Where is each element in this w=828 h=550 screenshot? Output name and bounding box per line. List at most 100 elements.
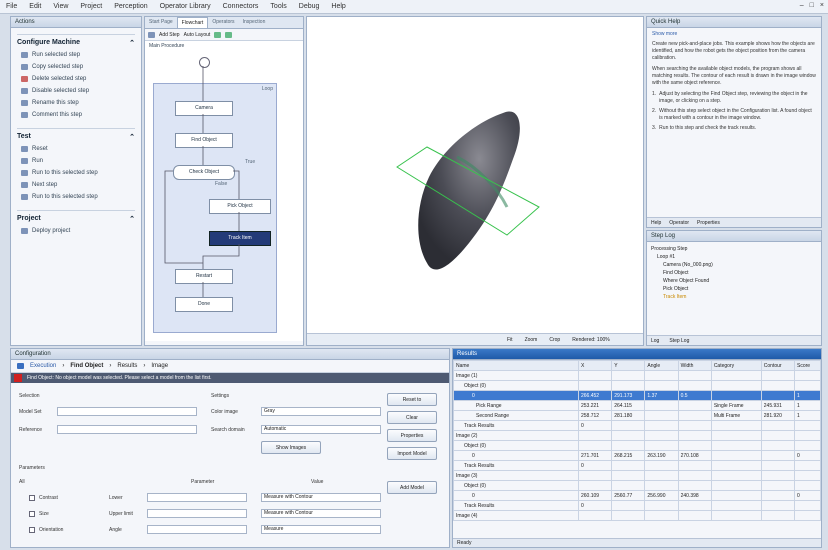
tab-operators[interactable]: Operators: [208, 17, 238, 28]
collapse-icon[interactable]: ⌃: [129, 133, 135, 141]
color-image-select[interactable]: Gray: [261, 407, 381, 416]
action-item[interactable]: Deploy project: [21, 228, 135, 234]
model-set-select[interactable]: [57, 407, 197, 416]
column-header[interactable]: Contour: [760, 360, 795, 371]
add-model-button[interactable]: Add Model: [387, 481, 437, 494]
flow-canvas[interactable]: Main Procedure Loop Camera Find Object C…: [145, 41, 303, 341]
column-header[interactable]: Score: [793, 360, 822, 371]
column-header[interactable]: Category: [710, 360, 762, 371]
collapse-icon[interactable]: ⌃: [129, 215, 135, 223]
tab-properties[interactable]: Properties: [697, 218, 720, 227]
tree-item[interactable]: Track Item: [651, 293, 817, 301]
table-row[interactable]: Object (0): [453, 440, 822, 451]
tab-log[interactable]: Log: [651, 336, 659, 345]
table-row[interactable]: 0 260.109 2560.77 256.990 240.398 0: [453, 490, 822, 501]
import-model-button[interactable]: Import Model: [387, 447, 437, 460]
menu-operator-library[interactable]: Operator Library: [160, 3, 211, 10]
add-step-icon[interactable]: [148, 31, 155, 38]
column-header[interactable]: X: [577, 360, 613, 371]
zoom-button[interactable]: Zoom: [525, 337, 538, 343]
tab-flowchart[interactable]: Flowchart: [176, 17, 209, 28]
table-row[interactable]: Image (3): [453, 470, 822, 481]
fit-button[interactable]: Fit: [507, 337, 513, 343]
table-row[interactable]: Image (1): [453, 370, 822, 381]
reference-select[interactable]: [57, 425, 197, 434]
clear-button[interactable]: Clear: [387, 411, 437, 424]
tree-item[interactable]: Pick Object: [651, 285, 817, 293]
menu-debug[interactable]: Debug: [299, 3, 320, 10]
reset-to-button[interactable]: Reset to: [387, 393, 437, 406]
table-row[interactable]: Object (0): [453, 480, 822, 491]
zoom-out-icon[interactable]: [225, 31, 233, 38]
breadcrumb-item[interactable]: Execution: [30, 363, 56, 369]
column-header[interactable]: Width: [677, 360, 712, 371]
image-view[interactable]: Fit Zoom Crop Rendered: 100%: [306, 16, 644, 346]
tab-help[interactable]: Help: [651, 218, 661, 227]
tree-item[interactable]: Loop #1: [651, 253, 817, 261]
param-checkbox[interactable]: [29, 527, 35, 533]
table-row[interactable]: Track Results 0: [453, 420, 822, 431]
menu-perception[interactable]: Perception: [114, 3, 147, 10]
breadcrumb-item[interactable]: Find Object: [70, 363, 103, 369]
action-item[interactable]: Run to this selected step: [21, 170, 135, 176]
param-mode[interactable]: Measure with Contour: [261, 493, 381, 502]
back-icon[interactable]: [17, 363, 24, 369]
show-images-button[interactable]: Show Images: [261, 441, 321, 454]
breadcrumb-item[interactable]: Results: [117, 363, 137, 369]
table-row[interactable]: Track Results 0: [453, 460, 822, 471]
table-row[interactable]: Object (0): [453, 380, 822, 391]
collapse-icon[interactable]: ⌃: [129, 39, 135, 47]
menu-project[interactable]: Project: [80, 3, 102, 10]
action-item[interactable]: Delete selected step: [21, 76, 135, 82]
table-row[interactable]: Second Range 258.712 281.180 Multi Frame 281…: [453, 410, 822, 421]
menu-help[interactable]: Help: [331, 3, 345, 10]
action-item[interactable]: Run selected step: [21, 52, 135, 58]
param-value[interactable]: [147, 525, 247, 534]
maximize-button[interactable]: □: [810, 2, 814, 9]
breadcrumb-item[interactable]: Image: [151, 363, 168, 369]
param-mode[interactable]: Measure: [261, 525, 381, 534]
table-row[interactable]: Track Results 0: [453, 500, 822, 511]
column-header[interactable]: Y: [611, 360, 646, 371]
table-row[interactable]: 0 266.452 291.173 1.37 0.5 1: [453, 390, 822, 401]
param-mode[interactable]: Measure with Contour: [261, 509, 381, 518]
search-domain-select[interactable]: Automatic: [261, 425, 381, 434]
tab-operator[interactable]: Operator: [669, 218, 689, 227]
tree-item[interactable]: Camera (No_000.png): [651, 261, 817, 269]
column-header[interactable]: Angle: [644, 360, 679, 371]
close-button[interactable]: ×: [820, 2, 824, 9]
action-item[interactable]: Run: [21, 158, 135, 164]
menu-tools[interactable]: Tools: [270, 3, 286, 10]
action-item[interactable]: Disable selected step: [21, 88, 135, 94]
action-item[interactable]: Next step: [21, 182, 135, 188]
menu-connectors[interactable]: Connectors: [223, 3, 259, 10]
tree-item[interactable]: Find Object: [651, 269, 817, 277]
action-item[interactable]: Reset: [21, 146, 135, 152]
crop-button[interactable]: Crop: [549, 337, 560, 343]
column-header[interactable]: Name: [453, 360, 579, 371]
auto-layout-button[interactable]: Auto Layout: [184, 32, 211, 38]
param-checkbox[interactable]: [29, 495, 35, 501]
tree-item[interactable]: Where Object Found: [651, 277, 817, 285]
zoom-in-icon[interactable]: [214, 31, 222, 38]
show-more-link[interactable]: Show more: [652, 31, 816, 38]
action-item[interactable]: Rename this step: [21, 100, 135, 106]
action-item[interactable]: Run to this selected step: [21, 194, 135, 200]
minimize-button[interactable]: –: [800, 2, 804, 9]
add-step-button[interactable]: Add Step: [159, 32, 180, 38]
tab-step-log[interactable]: Step Log: [669, 336, 689, 345]
table-row[interactable]: Pick Range 253.221 264.115 Single Frame 245.…: [453, 400, 822, 411]
menu-view[interactable]: View: [53, 3, 68, 10]
menu-file[interactable]: File: [6, 3, 17, 10]
menu-edit[interactable]: Edit: [29, 3, 41, 10]
param-checkbox[interactable]: [29, 511, 35, 517]
table-row[interactable]: Image (4): [453, 510, 822, 521]
tab-start-page[interactable]: Start Page: [145, 17, 177, 28]
table-row[interactable]: 0 271.701 268.215 263.190 270.108 0: [453, 450, 822, 461]
param-value[interactable]: [147, 509, 247, 518]
tab-inspection[interactable]: Inspection: [239, 17, 270, 28]
action-item[interactable]: Comment this step: [21, 112, 135, 118]
tree-item[interactable]: Processing Step: [651, 245, 817, 253]
image-display[interactable]: [307, 17, 643, 333]
action-item[interactable]: Copy selected step: [21, 64, 135, 70]
